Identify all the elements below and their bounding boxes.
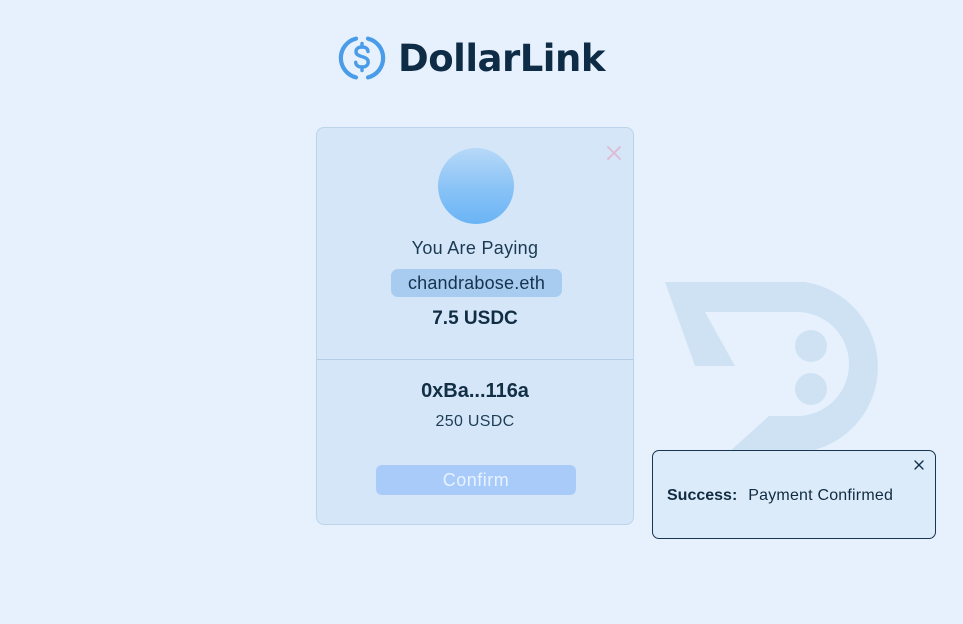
recipient-badge: chandrabose.eth (391, 269, 562, 297)
dollarlink-d-logo-icon (665, 282, 878, 452)
close-icon[interactable] (605, 144, 623, 162)
divider (317, 359, 633, 360)
wallet-balance: 250 USDC (435, 413, 515, 430)
avatar (438, 148, 514, 224)
paying-label: You Are Paying (411, 238, 539, 258)
toast-body: Success: Payment Confirmed (667, 487, 893, 505)
payment-card: You Are Paying chandrabose.eth 7.5 USDC … (316, 127, 634, 525)
close-icon[interactable] (913, 459, 925, 471)
success-toast: Success: Payment Confirmed (652, 450, 936, 539)
toast-message: Payment Confirmed (748, 487, 894, 504)
wallet-address: 0xBa...116a (421, 380, 529, 402)
dollar-circle-icon (338, 36, 386, 80)
toast-title: Success: (667, 487, 738, 504)
recipient-name: chandrabose.eth (407, 272, 546, 293)
brand-header: DollarLink (338, 32, 605, 84)
confirm-button[interactable]: Confirm (376, 465, 576, 495)
payment-amount: 7.5 USDC (432, 308, 518, 329)
brand-name: DollarLink (398, 36, 605, 80)
